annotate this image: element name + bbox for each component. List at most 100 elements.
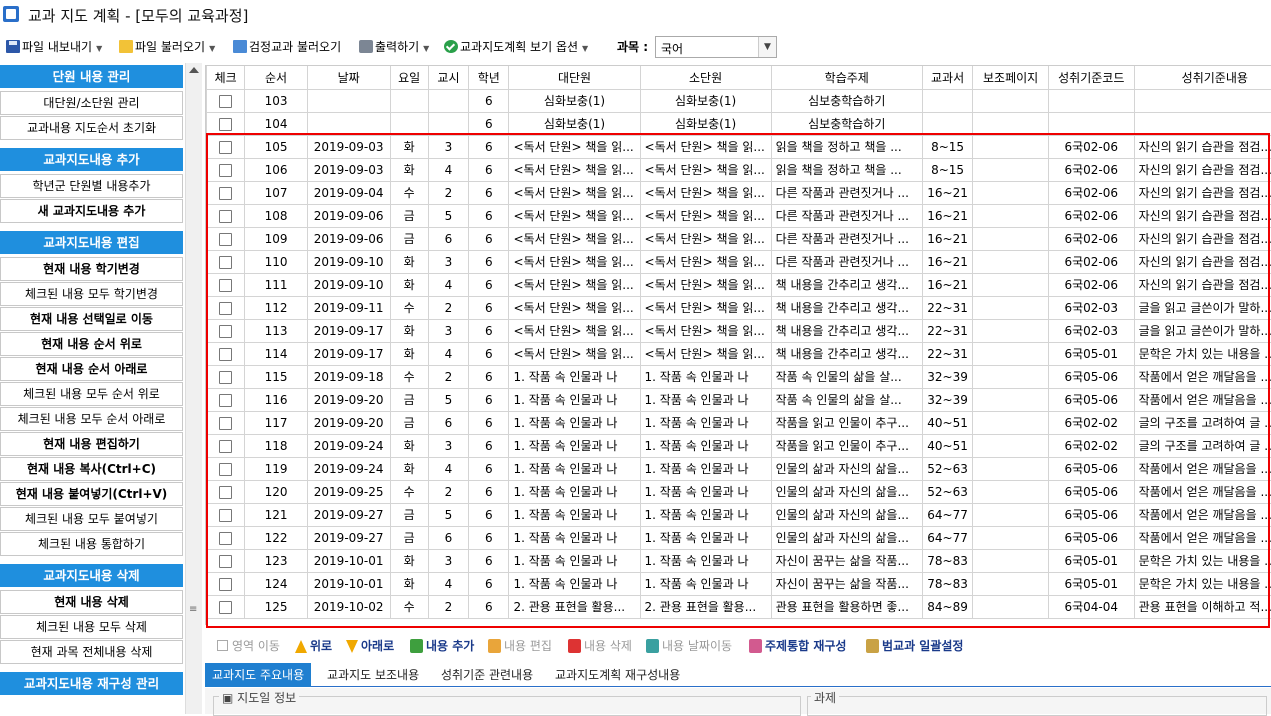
table-cell[interactable]: 3 [428, 135, 468, 158]
table-cell[interactable]: 화 [390, 457, 428, 480]
tab-achievement[interactable]: 성취기준 관련내용 [434, 663, 540, 687]
tab-supplementary[interactable]: 교과지도 보조내용 [320, 663, 426, 687]
table-row[interactable]: 1202019-09-25수261. 작품 속 인물과 나1. 작품 속 인물과… [207, 480, 1271, 503]
table-cell[interactable]: 다른 작품과 관련짓거나 ... [771, 181, 922, 204]
table-cell[interactable]: 다른 작품과 관련짓거나 ... [771, 204, 922, 227]
sidebar-button[interactable]: 현재 내용 붙여넣기(Ctrl+V) [0, 482, 183, 506]
table-cell[interactable]: <독서 단원> 책을 읽... [509, 158, 640, 181]
table-cell[interactable]: 1. 작품 속 인물과 나 [509, 365, 640, 388]
table-cell[interactable]: 3 [428, 319, 468, 342]
table-cell[interactable]: 읽을 책을 정하고 책을 ... [771, 135, 922, 158]
table-cell[interactable]: <독서 단원> 책을 읽... [640, 319, 771, 342]
table-cell[interactable]: 금 [390, 227, 428, 250]
table-cell[interactable]: 78~83 [922, 572, 972, 595]
table-cell[interactable]: 120 [245, 480, 308, 503]
table-cell[interactable]: 6 [469, 273, 509, 296]
table-cell[interactable]: <독서 단원> 책을 읽... [640, 296, 771, 319]
row-checkbox[interactable] [219, 417, 232, 430]
table-cell[interactable]: 16~21 [922, 227, 972, 250]
table-cell[interactable]: 화 [390, 158, 428, 181]
table-cell[interactable]: 작품에서 얻은 깨달음을 ... [1134, 365, 1271, 388]
table-cell[interactable]: 6국05-06 [1048, 457, 1134, 480]
table-cell[interactable] [307, 89, 390, 112]
table-cell[interactable] [973, 503, 1049, 526]
table-cell[interactable]: 금 [390, 411, 428, 434]
move-down-button[interactable]: 아래로 [346, 636, 394, 656]
row-checkbox[interactable] [219, 486, 232, 499]
row-checkbox[interactable] [219, 302, 232, 315]
sidebar-button[interactable]: 현재 내용 순서 아래로 [0, 357, 183, 381]
tab-reorganization[interactable]: 교과지도계획 재구성내용 [548, 663, 687, 687]
table-cell[interactable]: 6국05-06 [1048, 480, 1134, 503]
sidebar-button[interactable]: 새 교과지도내용 추가 [0, 199, 183, 223]
row-checkbox[interactable] [219, 95, 232, 108]
table-cell[interactable] [390, 89, 428, 112]
table-cell[interactable]: 1. 작품 속 인물과 나 [640, 526, 771, 549]
row-checkbox[interactable] [219, 440, 232, 453]
column-header[interactable]: 학년 [469, 66, 509, 89]
table-cell[interactable]: 문학은 가치 있는 내용을 ... [1134, 549, 1271, 572]
table-cell[interactable]: 인물의 삶과 자신의 삶을... [771, 480, 922, 503]
table-cell[interactable]: 6 [469, 595, 509, 618]
print-button[interactable]: 출력하기▼ [359, 37, 429, 57]
row-checkbox[interactable] [219, 532, 232, 545]
table-cell[interactable]: 113 [245, 319, 308, 342]
table-cell[interactable] [1134, 89, 1271, 112]
table-cell[interactable]: 2019-09-10 [307, 250, 390, 273]
table-cell[interactable]: <독서 단원> 책을 읽... [509, 135, 640, 158]
table-cell[interactable]: 5 [428, 388, 468, 411]
table-cell[interactable]: 121 [245, 503, 308, 526]
row-checkbox[interactable] [219, 118, 232, 131]
table-cell[interactable] [973, 342, 1049, 365]
table-cell[interactable]: 2 [428, 181, 468, 204]
table-cell[interactable]: 1. 작품 속 인물과 나 [640, 411, 771, 434]
table-cell[interactable]: 작품에서 얻은 깨달음을 ... [1134, 503, 1271, 526]
table-cell[interactable]: 인물의 삶과 자신의 삶을... [771, 526, 922, 549]
table-cell[interactable]: 작품에서 얻은 깨달음을 ... [1134, 526, 1271, 549]
table-cell[interactable]: 4 [428, 273, 468, 296]
table-cell[interactable]: 6국05-06 [1048, 503, 1134, 526]
table-row[interactable]: 1142019-09-17화46<독서 단원> 책을 읽...<독서 단원> 책… [207, 342, 1271, 365]
table-cell[interactable]: 40~51 [922, 434, 972, 457]
sidebar-button[interactable]: 체크된 내용 모두 붙여넣기 [0, 507, 183, 531]
table-cell[interactable] [973, 365, 1049, 388]
table-cell[interactable]: 6국05-01 [1048, 572, 1134, 595]
table-cell[interactable]: 2019-09-18 [307, 365, 390, 388]
table-cell[interactable]: 6국02-06 [1048, 204, 1134, 227]
table-cell[interactable] [1048, 89, 1134, 112]
row-checkbox[interactable] [219, 256, 232, 269]
table-cell[interactable]: 1. 작품 속 인물과 나 [640, 549, 771, 572]
table-cell[interactable]: 6 [428, 526, 468, 549]
delete-content-button[interactable]: 내용 삭제 [568, 636, 632, 656]
table-cell[interactable]: 수 [390, 181, 428, 204]
table-cell[interactable]: 자신의 읽기 습관을 점검... [1134, 250, 1271, 273]
table-cell[interactable]: 자신의 읽기 습관을 점검... [1134, 181, 1271, 204]
table-cell[interactable]: 2019-09-06 [307, 227, 390, 250]
table-row[interactable]: 1046심화보충(1)심화보충(1)심보충학습하기 [207, 112, 1271, 135]
table-cell[interactable]: <독서 단원> 책을 읽... [640, 273, 771, 296]
table-cell[interactable]: 2 [428, 480, 468, 503]
table-cell[interactable]: 1. 작품 속 인물과 나 [509, 526, 640, 549]
sidebar-button[interactable]: 체크된 내용 모두 순서 아래로 [0, 407, 183, 431]
table-cell[interactable]: 125 [245, 595, 308, 618]
subject-select[interactable]: 국어 ▼ [655, 36, 777, 58]
table-cell[interactable] [1134, 112, 1271, 135]
table-cell[interactable]: 16~21 [922, 204, 972, 227]
row-checkbox[interactable] [219, 509, 232, 522]
table-cell[interactable]: 32~39 [922, 388, 972, 411]
table-cell[interactable]: 6국05-06 [1048, 388, 1134, 411]
table-cell[interactable]: 1. 작품 속 인물과 나 [509, 457, 640, 480]
table-cell[interactable]: 6 [469, 296, 509, 319]
table-cell[interactable] [973, 388, 1049, 411]
table-cell[interactable]: 인물의 삶과 자신의 삶을... [771, 457, 922, 480]
table-cell[interactable]: 4 [428, 572, 468, 595]
import-button[interactable]: 파일 불러오기▼ [119, 37, 215, 57]
table-cell[interactable]: 118 [245, 434, 308, 457]
table-cell[interactable]: 115 [245, 365, 308, 388]
table-cell[interactable]: 작품을 읽고 인물이 추구... [771, 411, 922, 434]
table-cell[interactable] [973, 181, 1049, 204]
table-cell[interactable]: 116 [245, 388, 308, 411]
table-cell[interactable]: 관용 표현을 활용하면 좋... [771, 595, 922, 618]
table-cell[interactable]: 40~51 [922, 411, 972, 434]
table-cell[interactable]: 5 [428, 503, 468, 526]
